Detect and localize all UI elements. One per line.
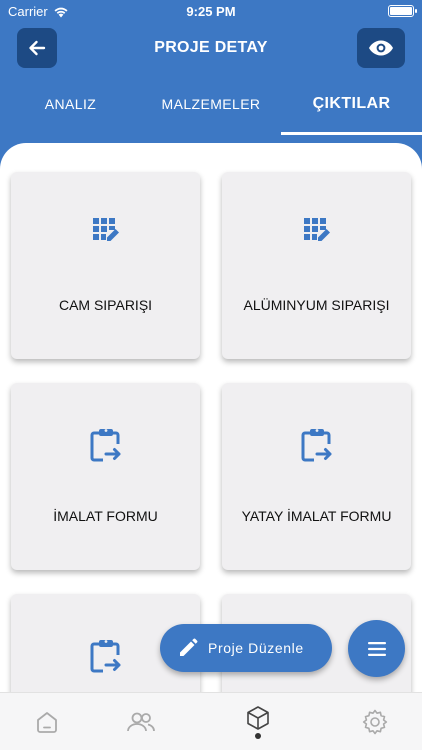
nav-settings[interactable]	[360, 707, 390, 737]
nav-customers[interactable]	[126, 707, 156, 737]
menu-icon	[367, 641, 386, 656]
nav-home[interactable]	[32, 707, 62, 737]
users-icon	[127, 712, 155, 732]
grid-edit-icon	[92, 218, 119, 241]
tab-ciktilar[interactable]: ÇIKTILAR	[281, 88, 422, 136]
status-time: 9:25 PM	[186, 4, 236, 19]
menu-fab-button[interactable]	[348, 620, 405, 677]
edit-project-button[interactable]: Proje Düzenle	[160, 624, 332, 672]
nav-projects[interactable]	[243, 703, 273, 733]
preview-button[interactable]	[357, 28, 405, 68]
card-label: ALÜMINYUM SIPARIŞI	[243, 297, 390, 313]
card-label: İMALAT FORMU	[53, 508, 158, 524]
card-label: CAM SIPARIŞI	[58, 297, 153, 313]
app-header: PROJE DETAY	[0, 28, 422, 68]
grid-edit-icon	[303, 218, 330, 241]
status-bar: Carrier 9:25 PM	[0, 0, 422, 24]
card-label: YATAY İMALAT FORMU	[241, 508, 392, 524]
clipboard-arrow-icon	[301, 429, 331, 462]
home-icon	[37, 712, 57, 733]
active-nav-indicator	[255, 733, 261, 739]
card-yatay-imalat-formu[interactable]: YATAY İMALAT FORMU	[222, 383, 411, 570]
tab-bar: ANALIZ MALZEMELER ÇIKTILAR	[0, 88, 422, 136]
bottom-navigation	[0, 692, 422, 750]
tab-malzemeler[interactable]: MALZEMELER	[141, 88, 281, 136]
eye-icon	[369, 40, 393, 56]
gear-icon	[362, 709, 388, 735]
card-aluminyum-siparisi[interactable]: ALÜMINYUM SIPARIŞI	[222, 172, 411, 359]
pencil-icon	[180, 638, 198, 656]
card-cam-siparisi[interactable]: CAM SIPARIŞI	[11, 172, 200, 359]
battery-icon	[388, 5, 417, 17]
clipboard-arrow-icon	[90, 640, 120, 673]
tab-analiz[interactable]: ANALIZ	[0, 88, 141, 136]
outputs-panel: CAM SIPARIŞI ALÜMINYUM SIPARIŞI İMALAT F…	[0, 143, 422, 692]
cube-icon	[247, 706, 269, 730]
clipboard-arrow-icon	[90, 429, 120, 462]
card-imalat-formu[interactable]: İMALAT FORMU	[11, 383, 200, 570]
edit-project-label: Proje Düzenle	[208, 640, 304, 656]
